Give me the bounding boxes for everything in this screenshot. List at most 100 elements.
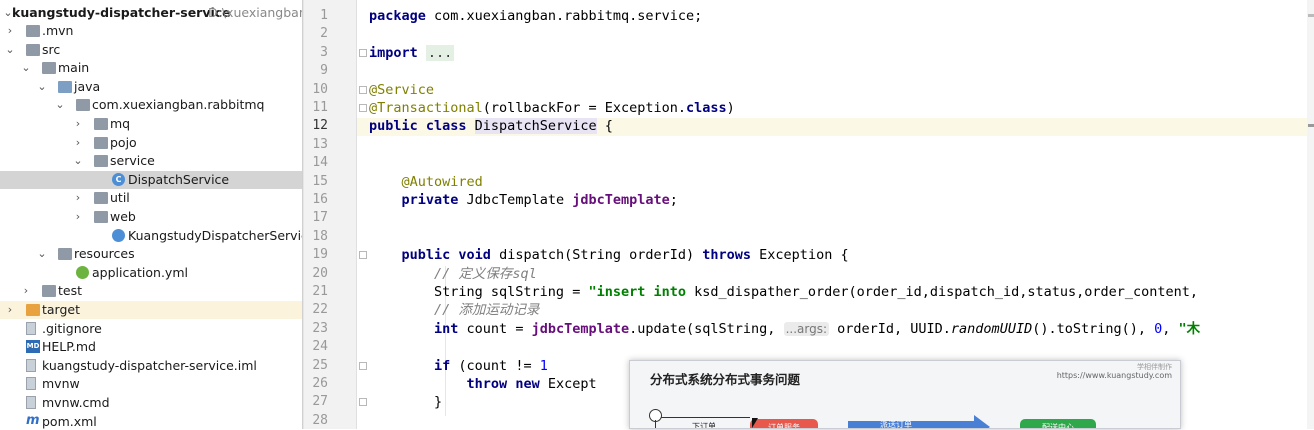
line-number: 15 [312,173,328,189]
tree-item[interactable]: mvnw.cmd [0,394,302,412]
code-line[interactable]: String sqlString = "insert into ksd_disp… [369,283,1198,301]
diagram-line [655,420,656,428]
fold-toggle-icon[interactable] [359,361,367,370]
chevron-down-icon[interactable]: ⌄ [54,96,66,114]
code-line[interactable]: public void dispatch(String orderId) thr… [369,246,849,264]
code-token: "insert into [588,284,695,300]
chevron-right-icon[interactable]: › [72,115,84,133]
package-icon [94,118,108,130]
tree-item[interactable]: › web [0,208,302,226]
tree-item[interactable]: ⌄ java [0,78,302,96]
file-icon [26,396,36,409]
tree-item[interactable]: › mq [0,115,302,133]
tree-item-label: HELP.md [42,339,96,355]
code-line[interactable]: public class DispatchService { [369,117,613,135]
code-line[interactable]: int count = jdbcTemplate.update(sqlStrin… [369,320,1200,338]
diagram-line [650,417,750,418]
tree-item[interactable]: KuangstudyDispatcherServiceApplic [0,227,302,245]
code-line[interactable]: @Service [369,81,434,99]
line-number: 22 [312,302,328,318]
resources-folder-icon [58,248,72,261]
tree-item[interactable]: MD HELP.md [0,338,302,356]
marker [1308,124,1314,127]
tree-item[interactable]: m pom.xml [0,413,302,429]
project-tree: ⌄ kuangstudy-dispatcher-service D:\xuexian… [0,0,302,429]
line-number: 19 [312,247,328,263]
code-token: ().toString(), [1032,320,1155,337]
excluded-folder-icon [26,304,40,316]
fold-toggle-icon[interactable] [359,104,367,112]
chevron-down-icon[interactable]: ⌄ [72,152,84,170]
code-line[interactable]: @Autowired [369,173,483,191]
chevron-right-icon[interactable]: › [4,301,16,319]
code-token: DispatchService [474,118,597,135]
code-line[interactable]: package com.xuexiangban.rabbitmq.service… [369,7,702,25]
code-line[interactable]: private JdbcTemplate jdbcTemplate; [369,191,678,209]
code-token: if [434,357,459,374]
arrowhead-icon [974,415,990,428]
chevron-down-icon[interactable]: ⌄ [20,59,32,77]
code-token: } [369,394,443,411]
line-number: 23 [312,320,328,336]
chevron-right-icon[interactable]: › [72,208,84,226]
code-token: Except [547,376,597,392]
tree-item[interactable]: application.yml [0,264,302,282]
project-name: kuangstudy-dispatcher-service [12,5,231,20]
code-token: count = [466,320,532,337]
tree-item[interactable]: › pojo [0,134,302,152]
tree-item[interactable]: ⌄ service [0,152,302,170]
code-token: int [434,320,467,337]
code-token: throw new [466,376,548,392]
chevron-down-icon[interactable]: ⌄ [36,78,48,96]
code-line[interactable]: } [369,393,442,411]
tree-item[interactable]: C DispatchService [0,170,302,189]
chevron-right-icon[interactable]: › [20,282,32,300]
chevron-right-icon[interactable]: › [72,134,84,152]
fold-toggle-icon[interactable] [359,398,367,407]
tree-item[interactable]: › target [0,301,302,319]
tree-item-label: .gitignore [42,320,102,336]
code-token: 1 [539,357,548,374]
project-path: D:\xuexiangban\c [208,5,302,20]
chevron-down-icon[interactable]: ⌄ [4,41,16,59]
fold-toggle-icon[interactable] [359,48,367,57]
code-token: public class [369,118,475,135]
code-line[interactable]: throw new Except [369,375,597,393]
editor-scroll-markers[interactable] [1307,0,1314,429]
code-token: (count != [458,357,540,374]
tree-item[interactable]: mvnw [0,375,302,393]
fold-toggle-icon[interactable] [359,251,367,260]
line-number: 18 [312,228,328,244]
tree-root[interactable]: ⌄ kuangstudy-dispatcher-service D:\xuexian… [0,4,302,22]
tree-item[interactable]: kuangstudy-dispatcher-service.iml [0,357,302,375]
code-line[interactable]: if (count != 1 [369,357,548,375]
folder-icon [42,62,56,75]
tree-item[interactable]: › .mvn [0,22,302,40]
tree-item[interactable]: ⌄ main [0,59,302,77]
code-line[interactable]: @Transactional(rollbackFor = Exception.c… [369,99,735,117]
code-token: JdbcTemplate [466,192,573,208]
tree-item[interactable]: ⌄ com.xuexiangban.rabbitmq [0,96,302,114]
code-line[interactable]: // 定义保存sql [369,265,537,283]
chevron-right-icon[interactable]: › [72,189,84,207]
tree-item[interactable]: › util [0,189,302,207]
code-token: , [1162,320,1179,337]
tree-item-label: test [58,283,83,299]
package-icon [94,211,108,223]
code-line[interactable]: import ... [369,44,455,62]
code-token: .update(sqlString, [629,320,784,337]
tree-item[interactable]: ⌄ resources [0,245,302,263]
tree-item-label: main [58,60,90,76]
code-token: ksd_dispather_order(order_id,dispatch_id… [694,284,1199,300]
tree-item[interactable]: .gitignore [0,320,302,338]
fold-toggle-icon[interactable] [359,85,367,94]
chevron-down-icon[interactable]: ⌄ [36,245,48,263]
code-line[interactable]: // 添加运动记录 [369,301,539,319]
chevron-right-icon[interactable]: › [4,22,16,40]
tree-item[interactable]: › test [0,282,302,300]
tree-item[interactable]: ⌄ src [0,41,302,59]
tree-item-label: web [110,209,136,224]
tree-item-label: com.xuexiangban.rabbitmq [92,97,265,113]
